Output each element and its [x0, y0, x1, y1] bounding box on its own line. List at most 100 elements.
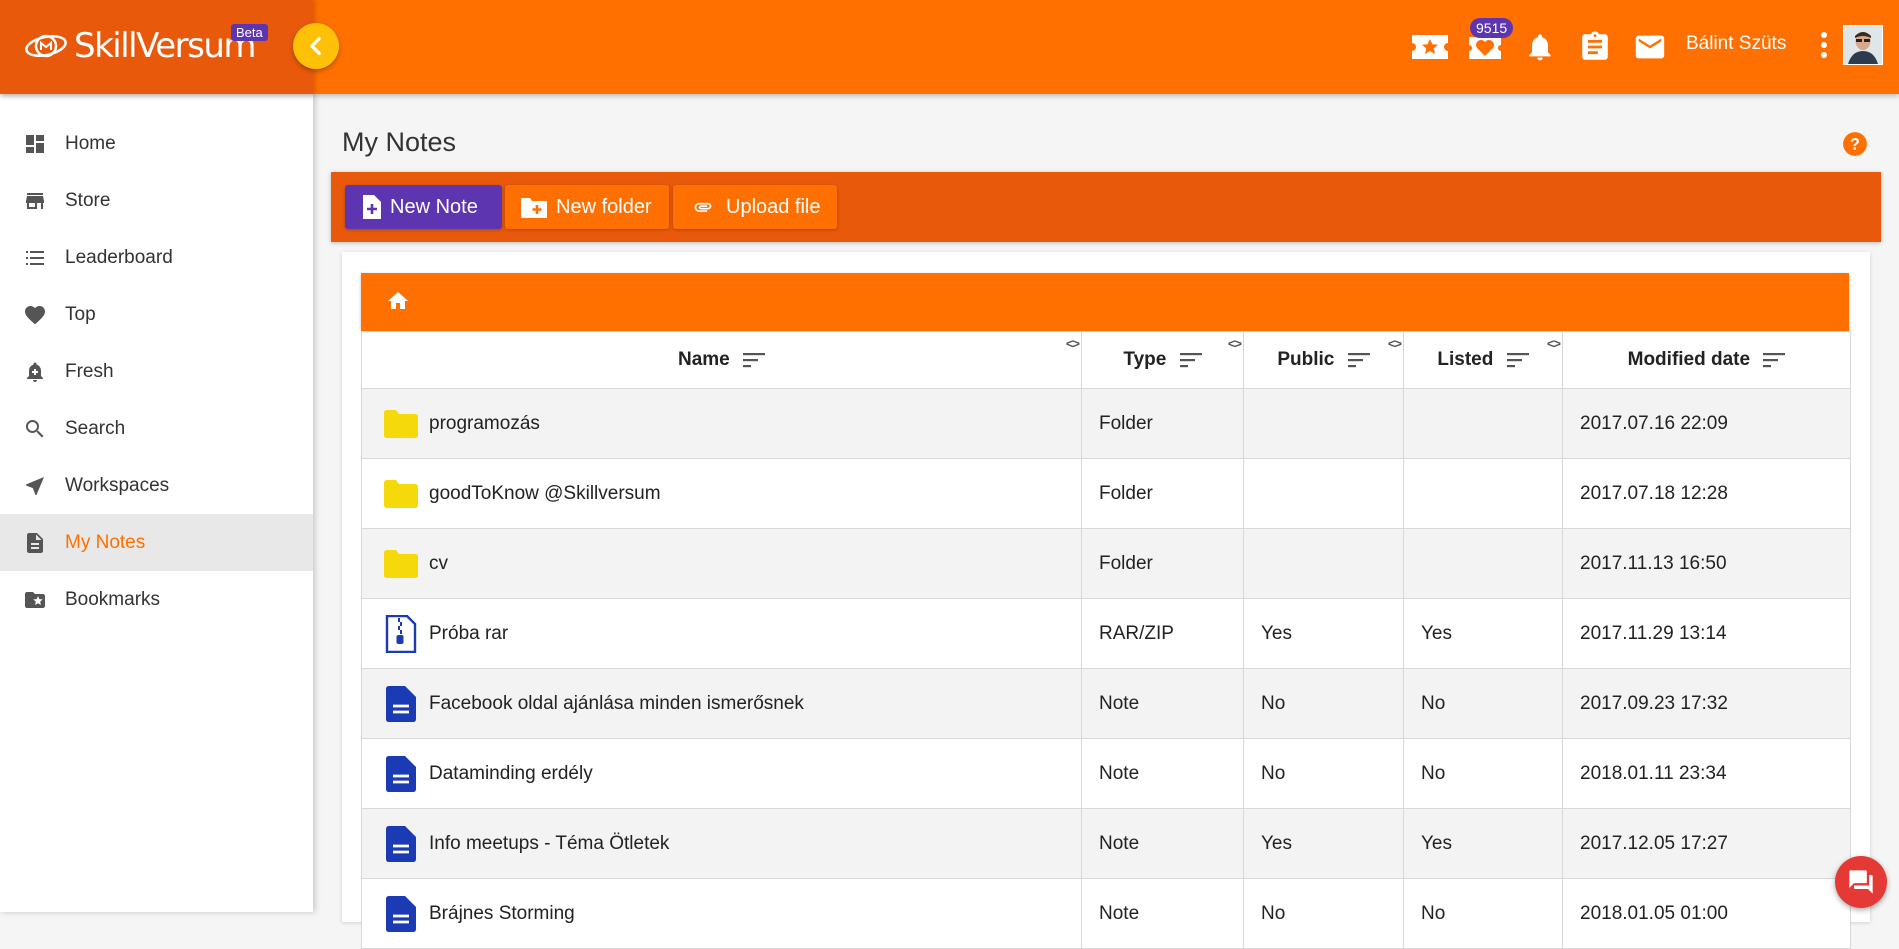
rewards-ticket-button[interactable] — [1410, 27, 1450, 67]
table-row[interactable]: programozás Folder 2017.07.16 22:09 — [361, 388, 1851, 459]
modified-date-cell: 2017.07.18 12:28 — [1562, 458, 1851, 529]
column-header-public[interactable]: Public <> — [1243, 331, 1404, 389]
sidebar-item-search[interactable]: Search — [0, 400, 313, 457]
notes-toolbar: New Note New folder Upload file — [331, 172, 1881, 242]
item-name-link[interactable]: Brájnes Storming — [382, 895, 1081, 933]
column-header-listed[interactable]: Listed <> — [1403, 331, 1563, 389]
name-cell: cv — [361, 528, 1082, 599]
type-cell: Note — [1081, 738, 1244, 809]
sidebar-item-label: Home — [65, 132, 116, 154]
item-name-link[interactable]: Próba rar — [382, 614, 1081, 653]
folder-icon — [382, 405, 420, 443]
sidebar-item-label: Store — [65, 189, 111, 211]
clipboard-icon — [1582, 31, 1608, 60]
bookmark-folder-icon — [22, 587, 48, 613]
top-app-bar: SkillVersum Beta 9515 Bálint Szüts — [0, 0, 1899, 94]
more-vert-icon[interactable] — [1812, 30, 1836, 62]
sidebar-item-leaderboard[interactable]: Leaderboard — [0, 229, 313, 286]
points-badge: 9515 — [1470, 18, 1514, 38]
item-name: cv — [429, 552, 448, 574]
table-row[interactable]: Próba rar RAR/ZIP Yes Yes 2017.11.29 13:14 — [361, 598, 1851, 669]
table-row[interactable]: cv Folder 2017.11.13 16:50 — [361, 528, 1851, 599]
table-row[interactable]: Dataminding erdély Note No No 2018.01.11 23:… — [361, 738, 1851, 809]
new-note-button[interactable]: New Note — [345, 185, 502, 229]
bell-icon — [1529, 34, 1551, 61]
item-name: goodToKnow @Skillversum — [429, 482, 661, 504]
new-folder-button[interactable]: New folder — [505, 185, 669, 229]
sidebar-item-label: Fresh — [65, 360, 114, 382]
sort-icon[interactable] — [743, 351, 766, 369]
zip-file-icon — [382, 614, 420, 653]
name-cell: Dataminding erdély — [361, 738, 1082, 809]
sort-icon[interactable] — [1506, 351, 1529, 369]
type-cell: Note — [1081, 808, 1244, 879]
type-cell: RAR/ZIP — [1081, 598, 1244, 669]
column-header-modified[interactable]: Modified date — [1562, 331, 1851, 389]
tasks-button[interactable] — [1575, 27, 1615, 67]
sidebar-item-store[interactable]: Store — [0, 172, 313, 229]
sidebar-item-fresh[interactable]: Fresh — [0, 343, 313, 400]
listed-cell — [1403, 388, 1563, 459]
table-header-row: Name <> Type <> Public <> Listed <> Modi… — [361, 331, 1851, 389]
public-cell — [1243, 458, 1404, 529]
breadcrumb — [361, 273, 1849, 331]
column-header-name[interactable]: Name <> — [361, 331, 1082, 389]
sidebar-item-bookmarks[interactable]: Bookmarks — [0, 571, 313, 628]
sort-icon[interactable] — [1763, 351, 1786, 369]
chat-button[interactable] — [1835, 856, 1887, 908]
column-resize-handle[interactable]: <> — [1066, 336, 1080, 351]
skillversum-logo[interactable]: SkillVersum — [24, 26, 257, 66]
messages-button[interactable] — [1630, 27, 1670, 67]
public-cell: Yes — [1243, 808, 1404, 879]
search-icon — [22, 416, 48, 442]
upload-file-button[interactable]: Upload file — [673, 185, 837, 229]
listed-cell: No — [1403, 878, 1563, 949]
table-row[interactable]: Brájnes Storming Note No No 2018.01.05 01:00 — [361, 878, 1851, 949]
sidebar-item-top[interactable]: Top — [0, 286, 313, 343]
item-name-link[interactable]: goodToKnow @Skillversum — [382, 475, 1081, 513]
item-name-link[interactable]: Info meetups - Téma Ötletek — [382, 825, 1081, 863]
modified-date-cell: 2018.01.05 01:00 — [1562, 878, 1851, 949]
listed-cell — [1403, 458, 1563, 529]
modified-date-cell: 2018.01.11 23:34 — [1562, 738, 1851, 809]
home-icon[interactable] — [385, 289, 411, 313]
list-icon — [22, 245, 48, 271]
help-icon[interactable]: ? — [1842, 131, 1868, 157]
item-name: Info meetups - Téma Ötletek — [429, 832, 670, 854]
sidebar-item-home[interactable]: Home — [0, 115, 313, 172]
listed-cell — [1403, 528, 1563, 599]
sidebar-item-workspaces[interactable]: Workspaces — [0, 457, 313, 514]
sort-icon[interactable] — [1347, 351, 1370, 369]
folder-icon — [382, 545, 420, 583]
chevron-left-icon — [310, 37, 321, 55]
column-resize-handle[interactable]: <> — [1228, 336, 1242, 351]
logo-text: SkillVersum — [74, 26, 257, 66]
item-name-link[interactable]: cv — [382, 545, 1081, 583]
collapse-sidebar-button[interactable] — [293, 23, 339, 69]
svg-text:?: ? — [1850, 135, 1860, 153]
avatar[interactable] — [1843, 25, 1883, 65]
user-name[interactable]: Bálint Szüts — [1686, 33, 1786, 55]
table-row[interactable]: Info meetups - Téma Ötletek Note Yes Yes 201… — [361, 808, 1851, 879]
column-header-type[interactable]: Type <> — [1081, 331, 1244, 389]
table-row[interactable]: goodToKnow @Skillversum Folder 2017.07.18 … — [361, 458, 1851, 529]
sidebar-item-my-notes[interactable]: My Notes — [0, 514, 313, 571]
modified-date-cell: 2017.07.16 22:09 — [1562, 388, 1851, 459]
column-resize-handle[interactable]: <> — [1388, 336, 1402, 351]
column-resize-handle[interactable]: <> — [1547, 336, 1561, 351]
modified-date-cell: 2017.09.23 17:32 — [1562, 668, 1851, 739]
listed-cell: No — [1403, 668, 1563, 739]
name-cell: Info meetups - Téma Ötletek — [361, 808, 1082, 879]
sidebar-item-label: Bookmarks — [65, 588, 161, 610]
modified-date-cell: 2017.12.05 17:27 — [1562, 808, 1851, 879]
public-cell — [1243, 388, 1404, 459]
public-cell: No — [1243, 668, 1404, 739]
notifications-button[interactable] — [1520, 27, 1560, 67]
folder-icon — [382, 475, 420, 513]
item-name-link[interactable]: programozás — [382, 405, 1081, 443]
item-name-link[interactable]: Dataminding erdély — [382, 755, 1081, 793]
sort-icon[interactable] — [1179, 351, 1202, 369]
table-row[interactable]: Facebook oldal ajánlása minden ismerősne… — [361, 668, 1851, 739]
beta-badge: Beta — [231, 24, 268, 41]
item-name-link[interactable]: Facebook oldal ajánlása minden ismerősne… — [382, 685, 1081, 723]
